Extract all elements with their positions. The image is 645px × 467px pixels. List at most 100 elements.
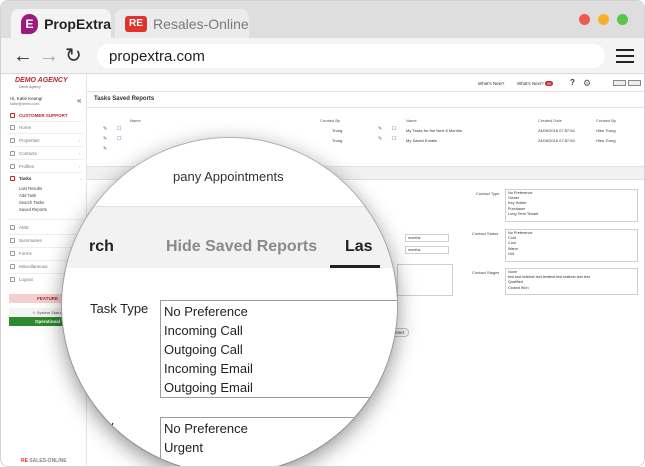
ams-icon xyxy=(10,225,15,230)
edit-icon[interactable]: ✎ xyxy=(378,126,382,132)
task-type-option[interactable]: No Preference xyxy=(164,302,397,321)
magnified-report-name[interactable]: pany Appointments xyxy=(173,169,284,184)
tab-last-results[interactable]: Las xyxy=(345,238,373,256)
contact-status-select[interactable]: No Preference Cold Cool Warm Hot xyxy=(505,229,638,262)
sidebar-item-home[interactable]: Home xyxy=(19,125,31,130)
reload-icon[interactable]: ↻ xyxy=(65,46,82,66)
whats-next-text: What's Next? xyxy=(517,81,544,86)
panel-title: Tasks Saved Reports xyxy=(94,96,155,102)
whats-next-link[interactable]: What's Next? 99 xyxy=(517,81,554,86)
sidebar-subitem-saved-reports[interactable]: Saved Reports xyxy=(19,207,47,212)
sidebar-item-contacts[interactable]: Contacts xyxy=(19,151,37,156)
edit-icon[interactable]: ✎ xyxy=(103,126,107,132)
task-type-option[interactable]: Outgoing Email xyxy=(164,378,397,397)
forms-icon xyxy=(10,251,15,256)
priority-select[interactable]: No Preference Urgent xyxy=(160,417,397,466)
collapse-sidebar-icon[interactable]: « xyxy=(77,96,81,105)
close-dot-icon[interactable] xyxy=(579,14,590,25)
sidebar-item-ams[interactable]: AMS xyxy=(19,225,29,230)
browser-window: E PropExtra RE Resales-Online ← → ↻ prop… xyxy=(0,0,645,467)
sidebar-subitem-search-tasks[interactable]: Search Tasks xyxy=(19,200,44,205)
gear-icon[interactable]: ⚙ xyxy=(583,78,591,89)
open-report-icon[interactable]: ☐ xyxy=(117,126,121,132)
minimize-dot-icon[interactable] xyxy=(598,14,609,25)
report-created-by: Hieu Trung xyxy=(596,138,616,143)
option[interactable]: Hot xyxy=(508,252,635,257)
agency-logo-subtitle: Demo Agency xyxy=(19,85,41,89)
contact-stages-label: Contact Stages xyxy=(472,270,500,275)
months-value: months xyxy=(408,248,421,252)
tab-label: Resales-Online xyxy=(153,15,249,32)
user-greeting: Hi, Katie Keang! xyxy=(10,96,43,101)
option[interactable]: Long Term Tenant xyxy=(508,212,635,217)
footer-brand-text: SALES-ONLINE xyxy=(29,458,67,464)
sidebar-item-logout[interactable]: Logout xyxy=(19,277,33,282)
hamburger-menu-icon[interactable] xyxy=(616,49,634,63)
browser-tab-bar: E PropExtra RE Resales-Online xyxy=(1,1,644,38)
report-created-by: Hieu Trung xyxy=(596,128,616,133)
address-bar[interactable]: propextra.com xyxy=(97,44,605,68)
sidebar-subitem-add-task[interactable]: Add Task xyxy=(19,193,36,198)
tasks-icon xyxy=(10,176,15,181)
open-report-icon[interactable]: ☐ xyxy=(392,126,396,132)
sidebar-item-properties[interactable]: Properties xyxy=(19,138,40,143)
tab-propextra[interactable]: E PropExtra xyxy=(11,9,111,38)
contact-status-label: Contact Status xyxy=(472,231,499,236)
priority-option[interactable]: Urgent xyxy=(164,438,397,457)
contact-type-select[interactable]: No Preference Owner Key Holder Purchaser… xyxy=(505,189,638,222)
help-icon[interactable]: ? xyxy=(570,78,575,87)
summaries-icon xyxy=(10,238,15,243)
sidebar-item-customer-support[interactable]: CUSTOMER SUPPORT xyxy=(19,113,68,118)
profiles-icon xyxy=(10,164,15,169)
task-type-option[interactable]: Incoming Call xyxy=(164,321,397,340)
magnifier-lens: pany Appointments rch Hide Saved Reports… xyxy=(62,138,397,466)
months-select[interactable]: months xyxy=(405,246,449,254)
task-type-option[interactable]: Incoming Email xyxy=(164,359,397,378)
report-name-link[interactable]: My Tasks for the Next 6 Months xyxy=(406,128,462,133)
column-header-name: Name xyxy=(130,118,141,123)
sidebar-item-profiles[interactable]: Profiles xyxy=(19,164,34,169)
back-arrow-icon[interactable]: ← xyxy=(13,46,33,66)
maximize-dot-icon[interactable] xyxy=(617,14,628,25)
options-select[interactable] xyxy=(397,264,453,296)
tab-hide-saved-reports[interactable]: Hide Saved Reports xyxy=(166,238,317,256)
active-tab-underline xyxy=(330,265,380,268)
contact-stages-select[interactable]: None test test testtest test testtest te… xyxy=(505,268,638,295)
months-select[interactable]: months xyxy=(405,234,449,242)
sidebar-item-forms[interactable]: Forms xyxy=(19,251,32,256)
logout-icon xyxy=(10,277,15,282)
whats-new-link[interactable]: What's New? xyxy=(478,81,504,86)
sidebar-item-miscellaneous[interactable]: Miscellaneous xyxy=(19,264,48,269)
column-header-created-date: Created Date xyxy=(538,118,562,123)
magnified-tab-bar xyxy=(62,206,397,268)
divider xyxy=(9,121,83,122)
system-status-text: System Status xyxy=(36,309,63,315)
sidebar-subitem-last-results[interactable]: Last Results xyxy=(19,186,42,191)
priority-label: ority xyxy=(89,418,114,433)
url-text: propextra.com xyxy=(109,47,205,65)
task-type-option[interactable]: Outgoing Call xyxy=(164,340,397,359)
language-flag-icon[interactable] xyxy=(613,80,626,86)
contacts-icon xyxy=(10,151,15,156)
tab-resales-online[interactable]: RE Resales-Online xyxy=(115,9,249,38)
forward-arrow-icon[interactable]: → xyxy=(39,46,59,66)
task-type-select[interactable]: No Preference Incoming Call Outgoing Cal… xyxy=(160,300,397,398)
divider xyxy=(9,133,83,134)
footer-resales-online-logo: RE SALES-ONLINE xyxy=(21,458,67,464)
app-top-bar: What's New? What's Next? 99 ? ⚙ xyxy=(87,74,644,92)
priority-option[interactable]: No Preference xyxy=(164,419,397,438)
resales-online-logo-icon: RE xyxy=(125,15,147,32)
sidebar-item-tasks[interactable]: Tasks xyxy=(19,176,31,181)
contact-type-label: Contact Type xyxy=(476,191,500,196)
home-icon xyxy=(10,125,15,130)
column-header-name-right: Name xyxy=(406,118,417,123)
column-header-created-by-right: Created By xyxy=(596,118,617,123)
sidebar-item-summaries[interactable]: Summaries xyxy=(19,238,42,243)
report-name-link[interactable]: My Saved Emails xyxy=(406,138,437,143)
currency-flag-icon[interactable] xyxy=(628,80,641,86)
row-created-by: Trung xyxy=(332,128,343,133)
notification-badge: 99 xyxy=(544,81,554,86)
option[interactable]: Closed Won xyxy=(508,286,635,291)
tab-search[interactable]: rch xyxy=(89,238,114,256)
report-created-date: 24/05/2016 07:57:54 xyxy=(538,128,575,133)
